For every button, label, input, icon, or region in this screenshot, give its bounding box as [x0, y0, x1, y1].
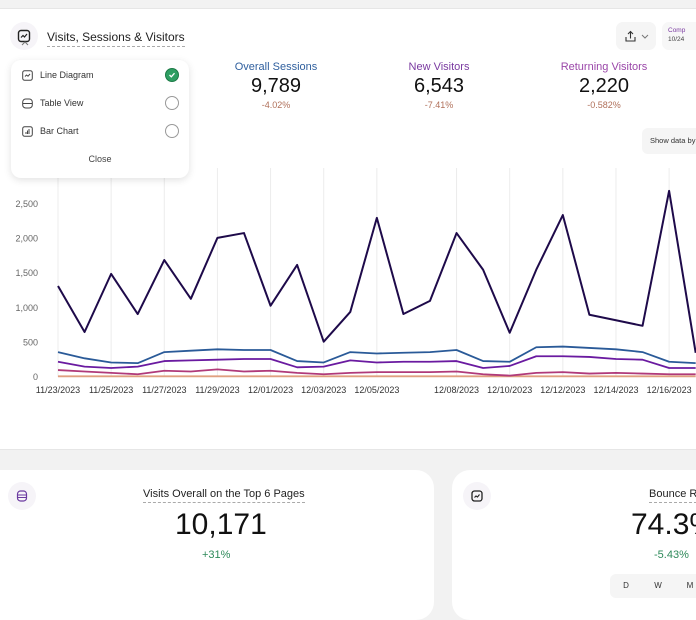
kpi-value: 2,220	[578, 75, 630, 97]
menu-item-label: Table View	[40, 98, 84, 108]
x-tick-label: 11/25/2023	[89, 385, 133, 395]
chevron-down-icon	[641, 34, 648, 39]
stat-value: 10,171	[175, 508, 267, 541]
menu-item-line-diagram[interactable]: Line Diagram	[21, 65, 179, 85]
tab-day[interactable]: D	[610, 574, 642, 598]
stat-delta: -5.43%	[654, 549, 689, 561]
y-tick-label: 2,000	[15, 234, 38, 244]
x-tick-label: 12/16/2023	[647, 385, 692, 395]
kpi-overall-sessions: Overall Sessions 9,789 -4.02%	[201, 61, 351, 110]
line-chart-icon	[471, 490, 483, 502]
card-icon	[463, 482, 491, 510]
kpi-delta: -4.02%	[261, 100, 291, 110]
menu-item-table-view[interactable]: Table View	[21, 93, 179, 113]
line-chart: 0 500 1,000 1,500 2,000 2,500 11/23/2023 11/25…	[15, 168, 696, 395]
compare-date-range[interactable]: Comp 10/24	[662, 22, 696, 50]
x-tick-label: 12/03/2023	[301, 385, 346, 395]
card-title[interactable]: Visits, Sessions & Visitors	[47, 30, 185, 47]
check-icon	[169, 72, 175, 78]
menu-item-bar-chart[interactable]: Bar Chart	[21, 121, 179, 141]
compare-label: Comp	[668, 27, 686, 34]
bar-chart-icon	[21, 125, 33, 137]
y-tick-label: 2,500	[15, 199, 38, 209]
period-tabs: D W M	[610, 574, 696, 598]
radio-unchecked[interactable]	[165, 96, 179, 110]
tab-week[interactable]: W	[642, 574, 674, 598]
stat-value: 74.3%	[631, 508, 696, 541]
database-icon	[16, 490, 28, 502]
share-upload-icon	[624, 30, 636, 42]
compare-date: 10/24	[668, 36, 685, 43]
export-button[interactable]	[616, 22, 656, 50]
x-tick-label: 12/01/2023	[248, 385, 293, 395]
view-type-menu: Line Diagram Table View Bar Chart Close	[11, 60, 189, 178]
chevron-up-icon	[21, 41, 29, 46]
kpi-label[interactable]: New Visitors	[364, 61, 514, 73]
x-tick-label: 12/05/2023	[354, 385, 399, 395]
x-tick-label: 12/10/2023	[487, 385, 532, 395]
kpi-value: 9,789	[250, 75, 302, 97]
kpi-new-visitors: New Visitors 6,543 -7.41%	[364, 61, 514, 110]
stat-delta: +31%	[202, 549, 231, 561]
x-tick-label: 12/08/2023	[434, 385, 479, 395]
line-chart-icon	[21, 69, 33, 81]
menu-item-label: Line Diagram	[40, 70, 94, 80]
kpi-label[interactable]: Returning Visitors	[529, 61, 679, 73]
table-icon	[21, 97, 33, 109]
x-tick-label: 11/27/2023	[142, 385, 186, 395]
card-icon	[8, 482, 36, 510]
y-tick-label: 1,000	[15, 303, 38, 313]
x-tick-label: 11/29/2023	[195, 385, 239, 395]
y-tick-label: 1,500	[15, 268, 38, 278]
radio-unchecked[interactable]	[165, 124, 179, 138]
tab-month[interactable]: M	[674, 574, 696, 598]
radio-checked[interactable]	[165, 68, 179, 82]
kpi-returning-visitors: Returning Visitors 2,220 -0.582%	[529, 61, 679, 110]
y-tick-label: 500	[23, 337, 38, 347]
x-tick-label: 11/23/2023	[36, 385, 80, 395]
kpi-value: 6,543	[413, 75, 465, 97]
y-tick-label: 0	[33, 372, 38, 382]
close-menu-button[interactable]: Close	[11, 154, 189, 164]
kpi-delta: -0.582%	[587, 100, 621, 110]
kpi-label[interactable]: Overall Sessions	[201, 61, 351, 73]
stat-title[interactable]: Visits Overall on the Top 6 Pages	[143, 488, 305, 503]
show-data-by-dropdown[interactable]: Show data by	[642, 128, 696, 154]
x-tick-label: 12/12/2023	[540, 385, 585, 395]
stat-title[interactable]: Bounce R	[649, 488, 696, 503]
menu-item-label: Bar Chart	[40, 126, 79, 136]
kpi-delta: -7.41%	[424, 100, 454, 110]
x-tick-label: 12/14/2023	[593, 385, 638, 395]
